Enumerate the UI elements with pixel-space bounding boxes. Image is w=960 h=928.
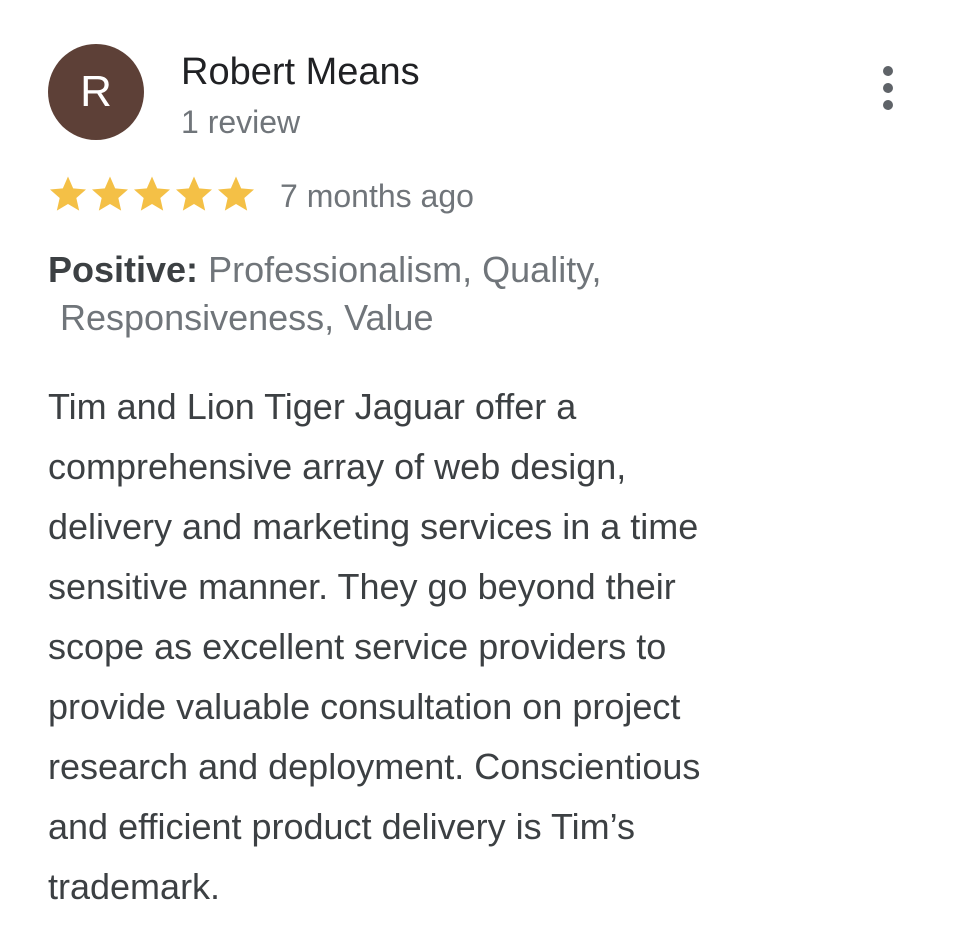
more-options-button[interactable]: [866, 60, 910, 116]
star-icon: [50, 176, 86, 211]
more-vert-icon-dot: [883, 83, 893, 93]
review-text: Tim and Lion Tiger Jaguar offer a compre…: [48, 386, 701, 907]
avatar[interactable]: R: [48, 44, 144, 140]
highlights-values-line1: Professionalism, Quality,: [208, 249, 602, 290]
star-icon: [218, 176, 254, 211]
star-icon: [176, 176, 212, 211]
star-icon: [134, 176, 170, 211]
author-review-count[interactable]: 1 review: [181, 102, 300, 142]
author-name[interactable]: Robert Means: [181, 50, 420, 94]
review-date: 7 months ago: [280, 178, 474, 214]
highlights-values-line2: Responsiveness, Value: [60, 297, 434, 338]
star-icon: [92, 176, 128, 211]
more-vert-icon: [883, 66, 893, 76]
avatar-initial: R: [80, 67, 112, 116]
more-vert-icon-dot: [883, 100, 893, 110]
star-rating: [48, 170, 256, 218]
review-highlights: Positive: Professionalism, Quality, Resp…: [48, 246, 748, 342]
highlights-label: Positive:: [48, 249, 199, 290]
